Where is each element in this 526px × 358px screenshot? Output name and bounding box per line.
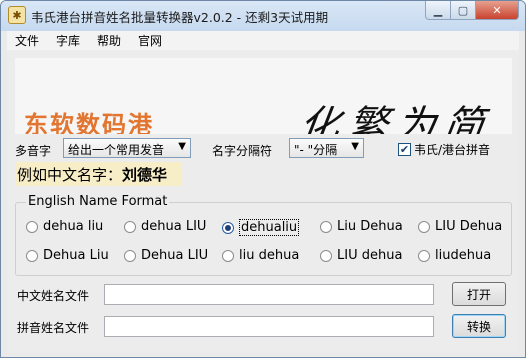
window-title: 韦氏港台拼音姓名批量转换器v2.0.2 - 还剩3天试用期 bbox=[31, 10, 329, 25]
format-option-liu-dehua[interactable]: liu dehua bbox=[222, 248, 299, 263]
wade-giles-checkbox[interactable]: ✔ 韦氏/港台拼音 bbox=[398, 141, 490, 158]
example-name: 刘德华 bbox=[122, 166, 168, 184]
radio-icon bbox=[418, 220, 430, 233]
minimize-button[interactable]: ▁ bbox=[425, 1, 451, 20]
minimize-icon: ▁ bbox=[433, 3, 443, 17]
chinese-file-input[interactable] bbox=[104, 284, 434, 305]
banner-slogan-text: 化繁为简 bbox=[296, 103, 495, 134]
maximize-icon: ▢ bbox=[457, 3, 469, 17]
format-option-label: Dehua Liu bbox=[43, 248, 109, 263]
main-panel: 东软数码港 化繁为简 多音字 给出一个常用发音 ▼ 名字分隔符 "- "分隔 ▼… bbox=[7, 50, 519, 353]
radio-icon bbox=[320, 220, 332, 233]
dropdown-arrow-icon: ▼ bbox=[351, 141, 359, 152]
radio-icon bbox=[26, 249, 38, 262]
separator-select-value: "- "分隔 bbox=[294, 143, 338, 157]
menu-help[interactable]: 帮助 bbox=[89, 32, 130, 49]
radio-icon bbox=[320, 249, 332, 262]
menu-website[interactable]: 官网 bbox=[130, 32, 171, 49]
close-icon: ✕ bbox=[492, 3, 502, 17]
name-format-title: English Name Format bbox=[26, 194, 170, 209]
format-option-label: Liu Dehua bbox=[337, 219, 403, 234]
separator-select[interactable]: "- "分隔 ▼ bbox=[289, 138, 364, 158]
radio-icon bbox=[124, 249, 136, 262]
app-window: ✱ 韦氏港台拼音姓名批量转换器v2.0.2 - 还剩3天试用期 ▁ ▢ ✕ 文件… bbox=[0, 0, 526, 358]
chinese-file-label: 中文姓名文件 bbox=[17, 289, 90, 303]
format-option-dehualiu[interactable]: dehualiu bbox=[222, 219, 300, 236]
convert-button[interactable]: 转换 bbox=[452, 314, 506, 338]
format-option-label: LIU dehua bbox=[337, 248, 403, 263]
radio-icon bbox=[124, 220, 136, 233]
menu-file[interactable]: 文件 bbox=[7, 32, 48, 49]
banner: 东软数码港 化繁为简 bbox=[15, 58, 512, 134]
name-format-group: English Name Format dehua liu dehua LIU … bbox=[15, 194, 512, 276]
example-prefix: 例如中文名字： bbox=[17, 166, 123, 184]
polyphone-label: 多音字 bbox=[15, 144, 52, 158]
polyphone-select[interactable]: 给出一个常用发音 ▼ bbox=[63, 138, 191, 158]
format-option-dehua-liu[interactable]: dehua liu bbox=[26, 219, 103, 234]
format-option-liudehua[interactable]: liudehua bbox=[418, 248, 491, 263]
dropdown-arrow-icon: ▼ bbox=[178, 141, 186, 152]
wade-giles-label: 韦氏/港台拼音 bbox=[414, 143, 491, 157]
polyphone-select-value: 给出一个常用发音 bbox=[68, 143, 165, 157]
format-option-label: dehua LIU bbox=[141, 219, 207, 234]
format-option-label: LIU Dehua bbox=[435, 219, 503, 234]
separator-label: 名字分隔符 bbox=[212, 144, 273, 158]
radio-icon bbox=[26, 220, 38, 233]
format-option-Dehua-LIU[interactable]: Dehua LIU bbox=[124, 248, 208, 263]
format-option-Dehua-Liu[interactable]: Dehua Liu bbox=[26, 248, 109, 263]
format-option-LIU-Dehua[interactable]: LIU Dehua bbox=[418, 219, 502, 234]
example-hint: 例如中文名字：刘德华 bbox=[15, 162, 181, 186]
pinyin-file-input[interactable] bbox=[104, 316, 434, 337]
radio-icon bbox=[222, 249, 234, 262]
format-option-label: dehualiu bbox=[239, 219, 300, 236]
menu-font-library[interactable]: 字库 bbox=[48, 32, 89, 49]
checkbox-checked-icon: ✔ bbox=[398, 143, 411, 156]
radio-icon bbox=[418, 249, 430, 262]
format-option-LIU-dehua[interactable]: LIU dehua bbox=[320, 248, 402, 263]
close-button[interactable]: ✕ bbox=[476, 1, 519, 20]
format-option-dehua-LIU[interactable]: dehua LIU bbox=[124, 219, 206, 234]
maximize-button[interactable]: ▢ bbox=[451, 1, 476, 20]
title-bar[interactable]: ✱ 韦氏港台拼音姓名批量转换器v2.0.2 - 还剩3天试用期 ▁ ▢ ✕ bbox=[1, 1, 525, 31]
format-option-label: liudehua bbox=[435, 248, 492, 263]
open-button[interactable]: 打开 bbox=[452, 282, 506, 306]
format-option-label: dehua liu bbox=[43, 219, 104, 234]
format-option-Liu-Dehua[interactable]: Liu Dehua bbox=[320, 219, 403, 234]
pinyin-file-label: 拼音姓名文件 bbox=[17, 321, 90, 335]
format-option-label: Dehua LIU bbox=[141, 248, 209, 263]
menu-bar: 文件 字库 帮助 官网 bbox=[7, 31, 519, 50]
window-controls: ▁ ▢ ✕ bbox=[425, 1, 519, 20]
banner-brand-text: 东软数码港 bbox=[24, 111, 154, 134]
format-option-label: liu dehua bbox=[239, 248, 300, 263]
radio-selected-icon bbox=[222, 221, 234, 234]
app-logo-icon[interactable]: ✱ bbox=[8, 6, 26, 24]
